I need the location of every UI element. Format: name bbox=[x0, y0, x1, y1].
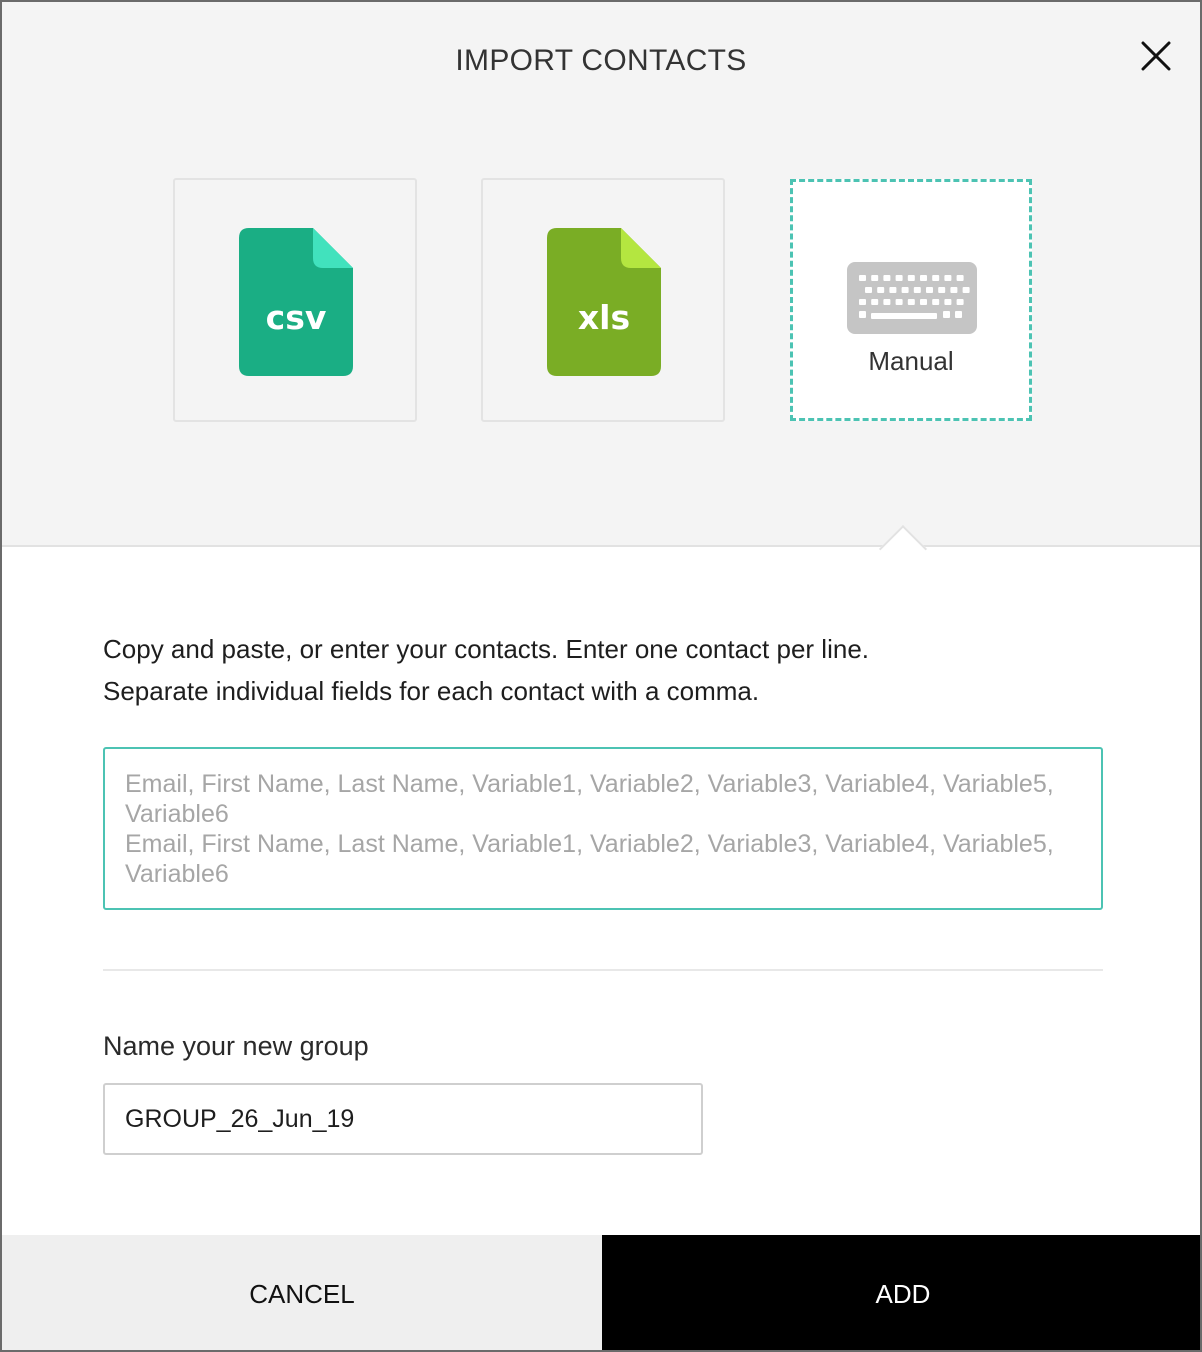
contacts-textarea[interactable] bbox=[105, 749, 1101, 908]
manual-label: Manual bbox=[868, 346, 954, 376]
csv-label: csv bbox=[265, 298, 327, 337]
import-source-panel: IMPORT CONTACTS csv xls Manual bbox=[2, 2, 1200, 547]
import-contacts-dialog: IMPORT CONTACTS csv xls Manual Copy and … bbox=[0, 0, 1202, 1352]
close-button[interactable] bbox=[1136, 36, 1176, 76]
close-icon bbox=[1141, 41, 1171, 71]
xls-label: xls bbox=[577, 298, 631, 337]
group-name-input[interactable] bbox=[103, 1083, 703, 1155]
section-divider bbox=[103, 969, 1103, 971]
instructions-line-1: Copy and paste, or enter your contacts. … bbox=[103, 634, 869, 664]
cancel-button[interactable]: CANCEL bbox=[2, 1235, 602, 1350]
instructions-line-2: Separate individual fields for each cont… bbox=[103, 676, 760, 706]
dialog-footer: CANCEL ADD bbox=[2, 1235, 1200, 1350]
dialog-title: IMPORT CONTACTS bbox=[455, 44, 747, 77]
contacts-input-box bbox=[103, 747, 1103, 910]
keyboard-icon bbox=[847, 262, 977, 334]
import-option-manual[interactable]: Manual bbox=[790, 179, 1032, 421]
import-option-xls[interactable]: xls bbox=[481, 178, 725, 422]
manual-instructions: Copy and paste, or enter your contacts. … bbox=[103, 628, 1103, 712]
group-name-label: Name your new group bbox=[103, 1031, 369, 1061]
import-option-csv[interactable]: csv bbox=[173, 178, 417, 422]
add-button[interactable]: ADD bbox=[602, 1235, 1200, 1350]
